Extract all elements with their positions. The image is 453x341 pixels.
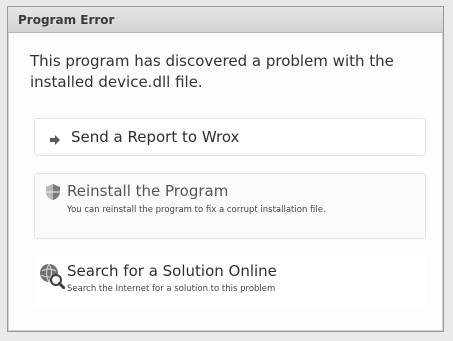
send-report-label: Send a Report to Wrox xyxy=(71,128,240,146)
program-error-dialog: Program Error This program has discovere… xyxy=(7,6,444,332)
dialog-title: Program Error xyxy=(18,12,115,27)
reinstall-program-option[interactable]: Reinstall the Program You can reinstall … xyxy=(34,173,426,239)
search-solution-description: Search the Internet for a solution to th… xyxy=(67,284,276,294)
search-solution-option[interactable]: Search for a Solution Online Search the … xyxy=(34,256,426,308)
send-report-option[interactable]: Send a Report to Wrox xyxy=(34,118,426,156)
search-solution-label: Search for a Solution Online xyxy=(67,262,277,280)
shield-icon xyxy=(45,183,61,205)
arrow-right-icon xyxy=(49,131,61,150)
reinstall-program-label: Reinstall the Program xyxy=(67,182,229,200)
error-message: This program has discovered a problem wi… xyxy=(30,52,394,91)
dialog-title-bar[interactable]: Program Error xyxy=(8,7,443,33)
reinstall-program-description: You can reinstall the program to fix a c… xyxy=(67,205,326,215)
globe-search-icon xyxy=(39,263,66,293)
